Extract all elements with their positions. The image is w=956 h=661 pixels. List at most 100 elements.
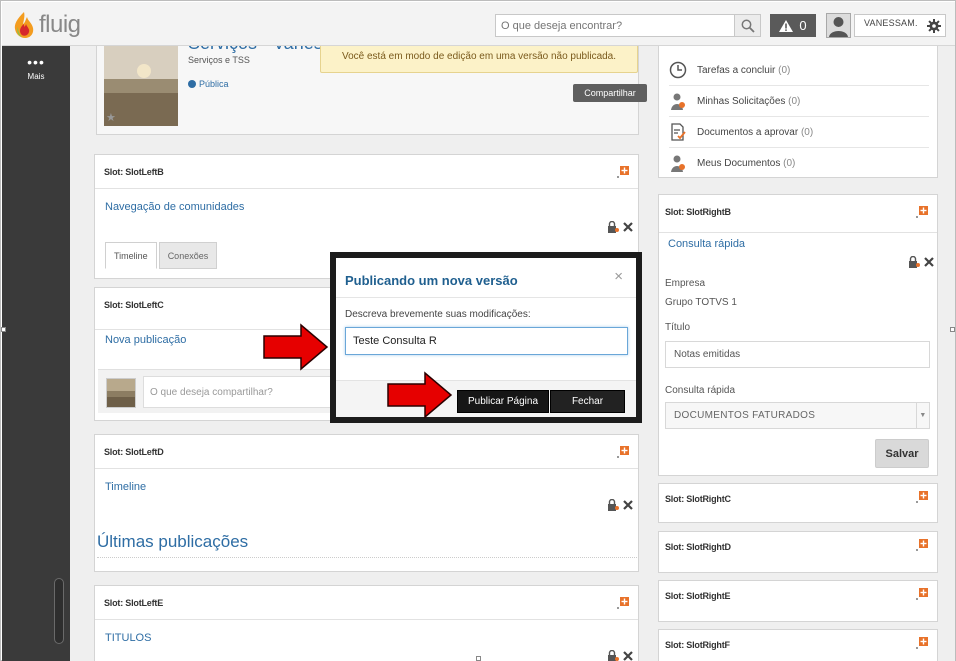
widget-title[interactable]: Timeline [105,481,146,493]
dialog-footer: Publicar Página Fechar [336,380,636,417]
item-label: Minhas Solicitações [697,95,786,107]
lock-settings-icon[interactable] [607,221,619,233]
close-icon[interactable] [623,222,633,232]
publish-page-button[interactable]: Publicar Página [457,390,549,413]
alerts-count: 0 [799,18,807,33]
list-item[interactable]: Minhas Solicitações (0) [669,92,800,110]
item-count: (0) [778,64,791,76]
close-icon[interactable]: × [614,268,623,285]
widget-tools [908,256,934,268]
save-button[interactable]: Salvar [875,439,929,468]
item-count: (0) [800,126,814,138]
share-button[interactable]: Compartilhar [573,84,647,102]
slot-right-e: Slot: SlotRightE [658,580,938,622]
user-thumbnail [106,378,136,408]
more-menu[interactable]: ••• Mais [2,55,70,81]
list-item[interactable]: Tarefas a concluir (0) [669,61,790,79]
query-select-value: DOCUMENTOS FATURADOS [674,410,816,421]
item-label: Documentos a aprovar [697,126,799,138]
lock-settings-icon[interactable] [607,499,619,511]
slot-right-f: Slot: SlotRightF [658,629,938,661]
add-widget-icon[interactable] [916,491,928,503]
chevron-down-icon: ▼ [916,403,929,428]
widget-title[interactable]: Consulta rápida [668,238,745,250]
widget-title[interactable]: Navegação de comunidades [105,201,244,213]
slot-right-c: Slot: SlotRightC [658,483,938,523]
close-button[interactable]: Fechar [550,390,625,413]
user-menu[interactable]: VANESSAM. [854,14,946,37]
changes-input[interactable] [345,327,628,355]
community-image: ★ [104,46,178,126]
widget-tabs: Timeline Conexões [105,242,219,269]
community-name[interactable]: Serviços - Vaness [188,46,332,54]
sidebar-scrollbar[interactable] [54,578,64,644]
query-select[interactable]: DOCUMENTOS FATURADOS ▼ [665,402,930,429]
left-sidebar: ••• Mais [2,46,70,661]
tab-conexoes[interactable]: Conexões [158,242,218,269]
list-item[interactable]: Documentos a aprovar (0) [669,123,813,141]
red-arrow-icon [263,323,329,371]
item-label: Meus Documentos [697,157,781,169]
add-widget-icon[interactable] [916,539,928,551]
tab-timeline[interactable]: Timeline [105,242,157,269]
favorite-star-icon[interactable]: ★ [106,111,116,124]
widget-title[interactable]: Nova publicação [105,334,186,346]
publish-dialog: Publicando um nova versão × Descreva bre… [330,252,642,423]
user-avatar[interactable] [826,13,851,38]
close-icon[interactable] [623,651,633,661]
close-icon[interactable] [924,257,934,267]
slot-header: Slot: SlotRightB [659,195,937,233]
add-widget-icon[interactable] [916,588,928,600]
globe-icon [188,80,196,88]
add-widget-icon[interactable] [617,166,629,178]
list-item[interactable]: Meus Documentos (0) [669,154,795,172]
widget-tools [607,221,633,233]
slot-header: Slot: SlotLeftE [95,586,638,620]
resize-handle[interactable] [1,327,6,332]
widget-title[interactable]: TITULOS [105,632,151,644]
lock-settings-icon[interactable] [607,650,619,661]
slot-title: Slot: SlotRightE [665,591,731,601]
slot-title: Slot: SlotRightB [665,207,731,217]
title-field[interactable]: Notas emitidas [665,341,930,368]
slot-right-d: Slot: SlotRightD [658,531,938,573]
top-bar: fluig 0 [2,2,955,46]
item-count: (0) [788,95,801,107]
lock-settings-icon[interactable] [908,256,920,268]
flame-logo-icon [14,12,34,38]
dialog-title: Publicando um nova versão [345,273,518,288]
title-label: Título [665,322,691,333]
divider [97,557,637,558]
close-icon[interactable] [623,500,633,510]
section-heading: Últimas publicações [97,532,249,551]
person-icon [671,93,685,110]
user-name: VANESSAM. [864,18,918,28]
clock-icon [669,61,687,79]
search-box [495,14,761,37]
divider [669,85,929,86]
alerts-button[interactable]: 0 [770,14,816,37]
company-label: Empresa [665,278,706,289]
slot-header: Slot: SlotLeftB [95,155,638,189]
add-widget-icon[interactable] [916,206,928,218]
gear-icon[interactable] [927,19,941,33]
search-input[interactable] [496,15,733,36]
divider [669,147,929,148]
add-widget-icon[interactable] [617,597,629,609]
post-input[interactable]: O que deseja compartilhar? [143,376,338,408]
resize-handle[interactable] [476,656,481,661]
add-widget-icon[interactable] [916,637,928,649]
query-label: Consulta rápida [665,385,736,396]
widget-tools [607,650,633,661]
slot-title: Slot: SlotRightC [665,494,731,504]
fluig-logo[interactable]: fluig [12,10,81,40]
slot-right-b: Slot: SlotRightB Consulta rápida Empresa… [658,194,938,476]
resize-handle[interactable] [950,327,955,332]
add-widget-icon[interactable] [617,446,629,458]
document-check-icon [671,123,686,141]
search-button[interactable] [734,15,760,36]
company-value: Grupo TOTVS 1 [665,297,737,308]
more-label: Mais [27,72,45,81]
widget-tools [607,499,633,511]
slot-title: Slot: SlotLeftD [104,447,164,457]
